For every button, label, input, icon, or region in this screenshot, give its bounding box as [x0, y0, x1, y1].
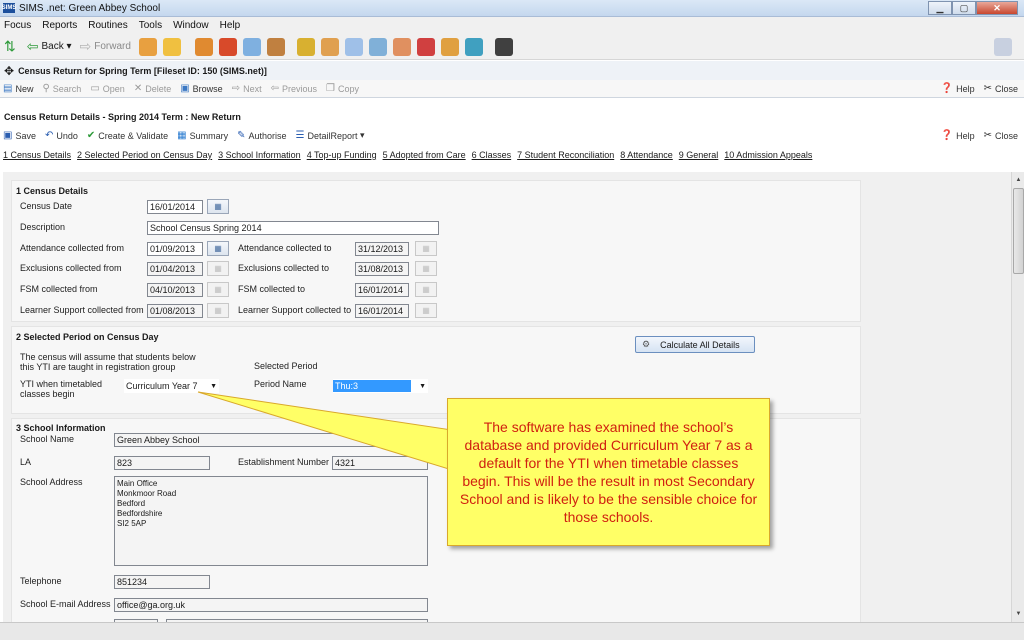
- annotation-callout: The software has examined the school’s d…: [447, 398, 770, 546]
- callout-text: The software has examined the school’s d…: [459, 419, 758, 525]
